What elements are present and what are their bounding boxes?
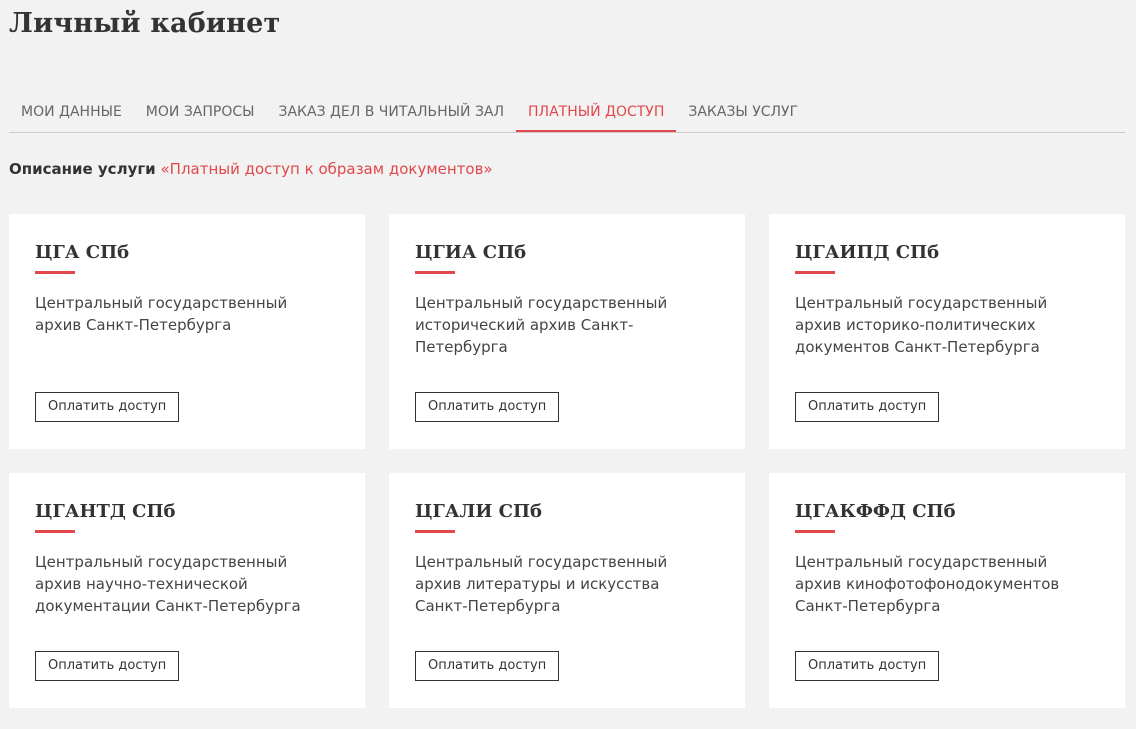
archive-card: ЦГАИПД СПб Центральный государственный а…: [769, 214, 1125, 449]
card-title-underline: [795, 530, 835, 533]
archive-card: ЦГИА СПб Центральный государственный ист…: [389, 214, 745, 449]
card-description: Центральный государственный архив научно…: [35, 553, 301, 615]
tab-my-data[interactable]: МОИ ДАННЫЕ: [9, 92, 134, 132]
tab-my-requests[interactable]: МОИ ЗАПРОСЫ: [134, 92, 267, 132]
tab-service-orders[interactable]: ЗАКАЗЫ УСЛУГ: [676, 92, 810, 132]
pay-access-button[interactable]: Оплатить доступ: [415, 651, 560, 681]
pay-access-button[interactable]: Оплатить доступ: [795, 392, 940, 422]
pay-access-button[interactable]: Оплатить доступ: [35, 392, 180, 422]
card-title-underline: [795, 271, 835, 274]
card-title-underline: [415, 530, 455, 533]
card-title: ЦГАЛИ СПб: [415, 501, 543, 522]
card-description: Центральный государственный исторический…: [415, 294, 668, 356]
tab-paid-access[interactable]: ПЛАТНЫЙ ДОСТУП: [516, 92, 677, 132]
pay-access-button[interactable]: Оплатить доступ: [415, 392, 560, 422]
archive-card: ЦГАЛИ СПб Центральный государственный ар…: [389, 473, 745, 708]
service-description-label: Описание услуги: [9, 160, 156, 178]
archive-card: ЦГАКФФД СПб Центральный государственный …: [769, 473, 1125, 708]
pay-access-button[interactable]: Оплатить доступ: [35, 651, 180, 681]
card-description: Центральный государственный архив кинофо…: [795, 553, 1060, 615]
card-title: ЦГИА СПб: [415, 242, 527, 263]
card-title-underline: [35, 271, 75, 274]
card-title-underline: [35, 530, 75, 533]
tab-reading-room-order[interactable]: ЗАКАЗ ДЕЛ В ЧИТАЛЬНЫЙ ЗАЛ: [267, 92, 517, 132]
card-description: Центральный государственный архив Санкт-…: [35, 294, 288, 334]
page-title: Личный кабинет: [9, 8, 281, 39]
card-title: ЦГАИПД СПб: [795, 242, 940, 263]
card-title: ЦГА СПб: [35, 242, 130, 263]
card-description: Центральный государственный архив литера…: [415, 553, 668, 615]
service-description-link[interactable]: «Платный доступ к образам документов»: [160, 160, 492, 178]
archive-cards: ЦГА СПб Центральный государственный архи…: [9, 214, 1125, 708]
archive-card: ЦГАНТД СПб Центральный государственный а…: [9, 473, 365, 708]
card-description: Центральный государственный архив истори…: [795, 294, 1048, 356]
card-title: ЦГАНТД СПб: [35, 501, 176, 522]
tab-bar: МОИ ДАННЫЕ МОИ ЗАПРОСЫ ЗАКАЗ ДЕЛ В ЧИТАЛ…: [9, 92, 1125, 133]
card-title: ЦГАКФФД СПб: [795, 501, 956, 522]
archive-card: ЦГА СПб Центральный государственный архи…: [9, 214, 365, 449]
card-title-underline: [415, 271, 455, 274]
service-description: Описание услуги «Платный доступ к образа…: [9, 160, 493, 178]
pay-access-button[interactable]: Оплатить доступ: [795, 651, 940, 681]
